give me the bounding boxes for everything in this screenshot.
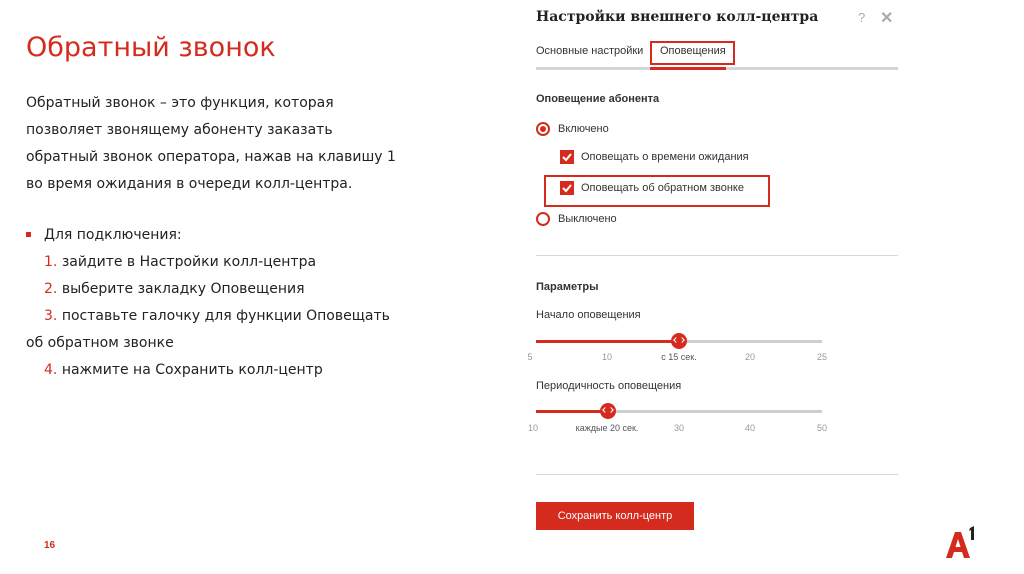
help-icon[interactable]: ? xyxy=(858,10,865,25)
step-item: 1. зайдите в Настройки колл-центра xyxy=(26,249,446,276)
step-number: 2. xyxy=(44,281,58,297)
slider-tick-current: с 15 сек. xyxy=(661,352,697,362)
slider-tick: 25 xyxy=(816,352,828,362)
step-number: 3. xyxy=(44,308,58,324)
step-text: об обратном звонке xyxy=(26,335,174,351)
step-number: 1. xyxy=(44,254,58,270)
slider-tick: 10 xyxy=(601,352,613,362)
connect-heading: Для подключения: xyxy=(44,227,182,243)
start-slider[interactable] xyxy=(536,333,822,349)
a1-logo-icon xyxy=(946,526,974,558)
page-number: 16 xyxy=(44,540,56,551)
slider-tick: 10 xyxy=(527,423,539,433)
step-text: зайдите в Настройки колл-центра xyxy=(61,254,317,270)
step-item: 2. выберите закладку Оповещения xyxy=(26,276,446,303)
start-slider-fill xyxy=(536,340,679,343)
step-number: 4. xyxy=(44,362,58,378)
radio-on[interactable] xyxy=(536,122,550,136)
divider xyxy=(536,474,898,475)
slide-title: Обратный звонок xyxy=(26,32,276,63)
step-item: 3. поставьте галочку для функции Оповеща… xyxy=(26,303,446,330)
radio-off-label: Выключено xyxy=(558,213,617,225)
period-slider-label: Периодичность оповещения xyxy=(536,380,682,392)
step-item: 4. нажмите на Сохранить колл-центр xyxy=(26,357,446,384)
step-text: выберите закладку Оповещения xyxy=(61,281,305,297)
slider-tick-current: каждые 20 сек. xyxy=(575,423,639,433)
checkbox-wait-time[interactable] xyxy=(560,150,574,164)
connect-heading-line: Для подключения: xyxy=(26,222,446,249)
slider-tick: 30 xyxy=(673,423,685,433)
save-call-center-button[interactable]: Сохранить колл-центр xyxy=(536,502,694,530)
period-slider[interactable] xyxy=(536,403,822,419)
active-tab-indicator xyxy=(650,67,726,70)
description-line: Обратный звонок – это функция, которая xyxy=(26,95,334,111)
slider-tick: 5 xyxy=(527,352,533,362)
start-slider-label: Начало оповещения xyxy=(536,309,641,321)
start-slider-thumb[interactable] xyxy=(671,333,687,349)
checkbox-highlight-frame xyxy=(544,175,770,207)
close-icon[interactable]: ✕ xyxy=(880,8,893,28)
description-line: позволяет звонящему абоненту заказать xyxy=(26,122,333,138)
step-text: нажмите на Сохранить колл-центр xyxy=(61,362,323,378)
params-heading: Параметры xyxy=(536,281,599,293)
radio-on-label: Включено xyxy=(558,123,609,135)
step-text: поставьте галочку для функции Оповещать xyxy=(61,308,390,324)
divider xyxy=(536,255,898,256)
dialog-title: Настройки внешнего колл-центра xyxy=(536,9,819,25)
description-line: во время ожидания в очереди колл-центра. xyxy=(26,176,353,192)
slider-tick: 20 xyxy=(744,352,756,362)
checkbox-wait-time-label: Оповещать о времени ожидания xyxy=(581,151,749,163)
tab-main-settings[interactable]: Основные настройки xyxy=(536,45,643,57)
radio-off[interactable] xyxy=(536,212,550,226)
connect-instructions: Для подключения: 1. зайдите в Настройки … xyxy=(26,222,446,384)
notification-heading: Оповещение абонента xyxy=(536,93,660,105)
period-slider-fill xyxy=(536,410,608,413)
description: Обратный звонок – это функция, которая п… xyxy=(26,90,436,198)
check-icon xyxy=(562,153,572,162)
slider-tick: 40 xyxy=(744,423,756,433)
bullet-icon xyxy=(26,232,31,237)
tab-highlight-frame xyxy=(650,41,735,65)
slider-tick: 50 xyxy=(816,423,828,433)
step-item: об обратном звонке xyxy=(26,330,446,357)
description-line: обратный звонок оператора, нажав на клав… xyxy=(26,149,396,165)
period-slider-thumb[interactable] xyxy=(599,403,616,419)
